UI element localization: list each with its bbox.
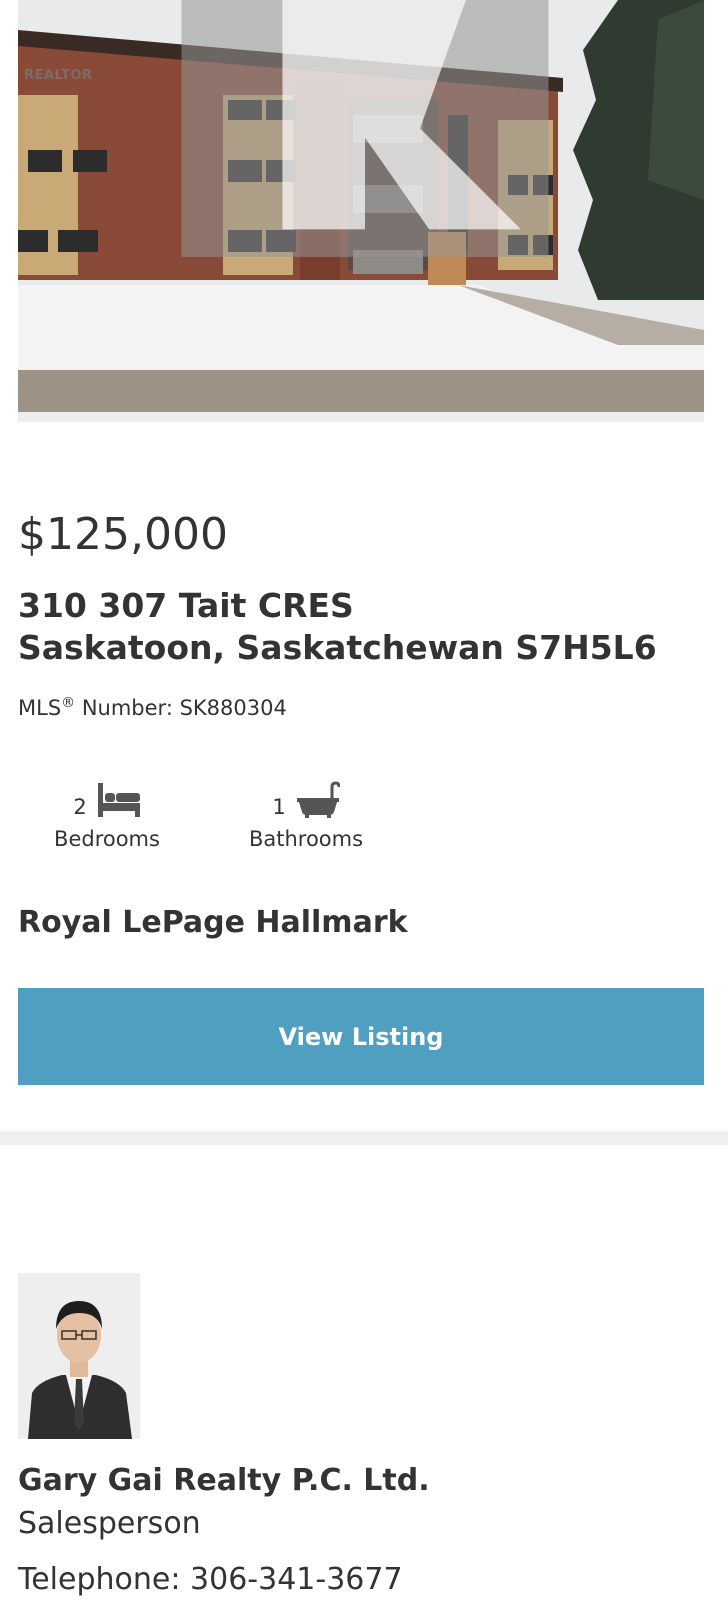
bedrooms-feature: 2 Bedrooms <box>46 775 168 851</box>
agent-photo[interactable] <box>18 1273 140 1439</box>
bathtub-icon <box>296 781 340 818</box>
section-divider <box>0 1131 728 1145</box>
address-line-1: 310 307 Tait CRES <box>18 586 354 625</box>
bed-icon <box>97 783 140 817</box>
bathrooms-label: Bathrooms <box>248 827 364 851</box>
registered-mark: ® <box>61 695 76 711</box>
brokerage-name: Royal LePage Hallmark <box>18 905 408 940</box>
telephone-number[interactable]: 306-341-3677 <box>190 1562 403 1597</box>
realtor-watermark: REALTOR <box>24 68 93 83</box>
bedrooms-label: Bedrooms <box>54 827 160 851</box>
bathrooms-feature: 1 Bathrooms <box>240 775 372 851</box>
listing-page: REALTOR $125,000 310 307 Tait CRES Saska… <box>0 0 728 1616</box>
agent-title: Salesperson <box>18 1506 201 1541</box>
agent-telephone: Telephone: 306-341-3677 <box>18 1562 403 1597</box>
realtor-logo-icon <box>181 0 549 257</box>
bathrooms-count: 1 <box>272 795 286 819</box>
listing-address: 310 307 Tait CRES Saskatoon, Saskatchewa… <box>18 585 657 669</box>
bedrooms-count: 2 <box>73 795 87 819</box>
agent-photo-image <box>18 1273 140 1439</box>
mls-value: Number: SK880304 <box>75 696 287 720</box>
listing-price: $125,000 <box>18 509 228 560</box>
telephone-label: Telephone: <box>18 1562 191 1597</box>
mls-prefix: MLS <box>18 696 62 720</box>
mls-number: MLS® Number: SK880304 <box>18 695 287 720</box>
agent-name: Gary Gai Realty P.C. Ltd. <box>18 1463 430 1498</box>
view-listing-button[interactable]: View Listing <box>18 988 704 1085</box>
listing-photo[interactable]: REALTOR <box>18 0 704 422</box>
address-line-2: Saskatoon, Saskatchewan S7H5L6 <box>18 628 657 667</box>
